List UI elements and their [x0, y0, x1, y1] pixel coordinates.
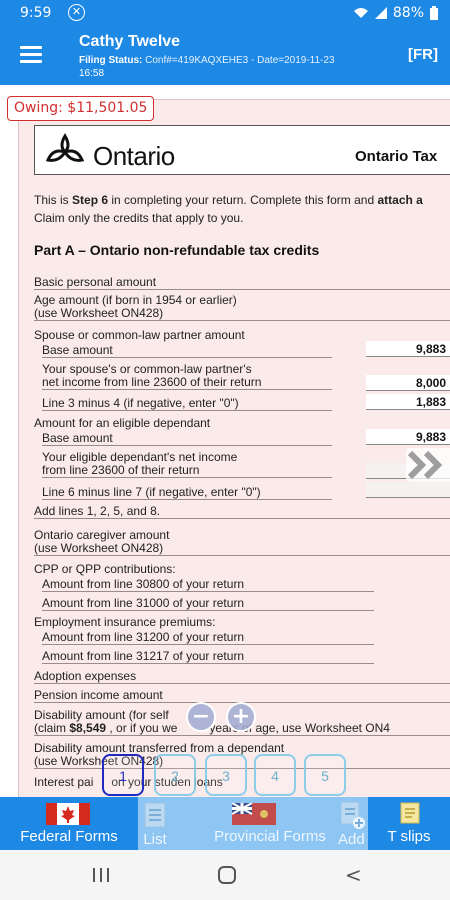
system-nav-bar: <	[0, 850, 450, 900]
amount-base-2[interactable]: 9,883	[366, 429, 450, 445]
row-cpp-2: Amount from line 31000 of your return	[42, 597, 374, 611]
amount-spouse-income[interactable]: 8,000	[366, 375, 450, 391]
form-title: Ontario Tax	[355, 148, 438, 165]
filing-status: Filing Status: Conf#=419KAQXEHE3 - Date=…	[79, 55, 335, 79]
status-time: 9:59	[20, 5, 52, 21]
status-bar: 9:59 ✕ 88%	[0, 0, 450, 28]
part-a-heading: Part A – Ontario non-refundable tax cred…	[34, 242, 320, 258]
intro-line-2: Claim only the credits that apply to you…	[34, 211, 244, 225]
row-line-6: Line 6 minus line 7 (if negative, enter …	[42, 486, 332, 500]
row-add-lines: Add lines 1, 2, 5, and 8.	[34, 505, 450, 519]
row-adoption: Adoption expenses	[34, 670, 450, 684]
row-base-amount-2: Base amount	[42, 432, 332, 446]
next-page-chevron-icon[interactable]	[406, 448, 450, 482]
tab-federal-label: Federal Forms	[20, 828, 118, 845]
page-1-button[interactable]: 1	[102, 754, 144, 796]
wifi-icon	[353, 8, 368, 18]
row-caregiver-2: (use Worksheet ON428)	[34, 542, 450, 556]
tab-list-label: List	[143, 831, 167, 848]
row-eligible-dependant: Amount for an eligible dependant	[34, 416, 211, 430]
amount-line-3[interactable]: 1,883	[366, 394, 450, 410]
filing-status-label: Filing Status:	[79, 55, 143, 66]
recents-icon[interactable]	[93, 868, 109, 882]
tab-t-slips-label: T slips	[387, 828, 431, 845]
t-slips-icon	[400, 802, 420, 824]
page-3-button[interactable]: 3	[205, 754, 247, 796]
taxpayer-name: Cathy Twelve	[79, 33, 181, 50]
signal-icon	[374, 7, 387, 19]
battery-level: 88%	[392, 5, 424, 21]
canada-flag-icon	[46, 803, 90, 825]
tab-list[interactable]: List	[138, 797, 172, 850]
page-4-button[interactable]: 4	[254, 754, 296, 796]
row-spouse: Spouse or common-law partner amount	[34, 328, 245, 342]
home-icon[interactable]	[218, 866, 236, 884]
row-pension: Pension income amount	[34, 689, 450, 703]
row-ei-1: Amount from line 31200 of your return	[42, 631, 374, 645]
add-document-icon	[340, 801, 365, 829]
filing-conf: Conf#=419KAQXEHE3	[145, 55, 249, 66]
form-header: Ontario Ontario Tax	[34, 125, 450, 175]
row-line-3: Line 3 minus 4 (if negative, enter "0")	[42, 397, 332, 411]
ontario-flag-icon	[232, 803, 276, 825]
tab-add-label[interactable]: Add	[338, 831, 365, 848]
row-ei: Employment insurance premiums:	[34, 615, 216, 629]
status-right: 88%	[353, 5, 438, 21]
row-cpp-1: Amount from line 30800 of your return	[42, 578, 374, 592]
row-spouse-income-2: net income from line 23600 of their retu…	[42, 376, 332, 390]
zoom-in-button[interactable]: +	[226, 702, 256, 732]
language-button[interactable]: [FR]	[408, 46, 438, 63]
filing-date: Date=2019-11-23	[257, 55, 335, 66]
ontario-logo-text: Ontario	[93, 141, 175, 171]
bottom-tab-bar: Federal Forms List Provincial Forms Add	[0, 797, 450, 850]
page-2-button[interactable]: 2	[154, 754, 196, 796]
tab-federal-forms[interactable]: Federal Forms	[0, 797, 138, 850]
page-5-button[interactable]: 5	[304, 754, 346, 796]
row-dependant-income-2: from line 23600 of their return	[42, 464, 332, 478]
tab-t-slips[interactable]: T slips	[368, 797, 450, 850]
row-base-amount-1: Base amount	[42, 344, 332, 358]
row-ei-2: Amount from line 31217 of your return	[42, 650, 374, 664]
row-age-2: (use Worksheet ON428)	[34, 307, 450, 321]
row-cpp: CPP or QPP contributions:	[34, 562, 176, 576]
amount-base-1[interactable]: 9,883	[366, 341, 450, 357]
filing-time: 16:58	[79, 68, 105, 79]
tab-provincial-forms[interactable]: Provincial Forms Add	[172, 797, 368, 850]
list-icon	[144, 802, 166, 828]
battery-icon	[430, 6, 438, 20]
zoom-out-button[interactable]: −	[186, 702, 216, 732]
app-bar: Cathy Twelve Filing Status: Conf#=419KAQ…	[0, 28, 450, 85]
form-intro: This is Step 6 in completing your return…	[34, 193, 423, 225]
owing-badge: Owing: $11,501.05	[7, 96, 155, 121]
back-icon[interactable]: <	[345, 865, 362, 885]
notification-icon: ✕	[68, 4, 85, 21]
menu-icon[interactable]	[20, 46, 42, 63]
amount-line-6[interactable]	[366, 482, 450, 498]
trillium-logo-icon	[45, 133, 85, 162]
row-basic: Basic personal amount	[34, 276, 450, 290]
